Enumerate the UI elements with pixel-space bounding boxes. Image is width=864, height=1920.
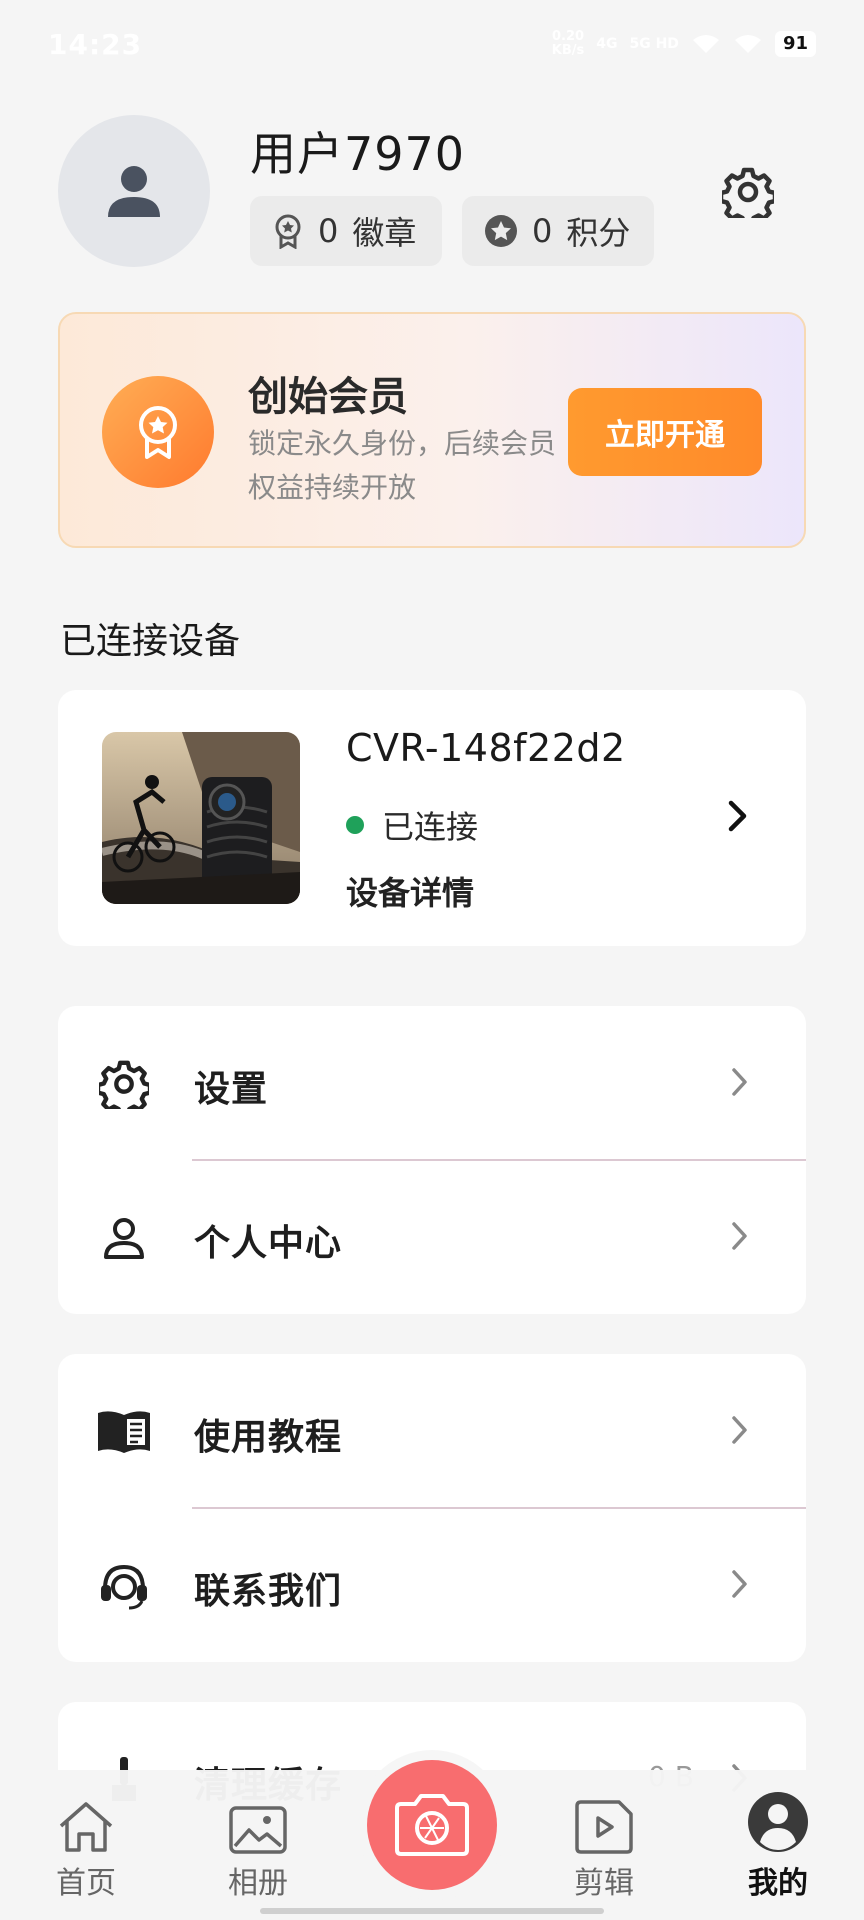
device-thumbnail — [102, 732, 300, 904]
founding-member-card: 创始会员 锁定永久身份，后续会员权益持续开放 立即开通 — [58, 312, 806, 548]
gear-icon — [96, 1056, 152, 1112]
wifi-icon — [692, 35, 719, 53]
book-icon — [96, 1404, 152, 1460]
tab-album[interactable]: 相册 — [188, 1790, 328, 1902]
menu-label-personal-center: 个人中心 — [194, 1223, 343, 1264]
camera-capture-button[interactable] — [367, 1760, 497, 1890]
chevron-right-icon — [732, 1416, 747, 1444]
signal-5g: 5G HD — [629, 36, 679, 52]
net-speed-value: 0.20 — [551, 29, 585, 44]
status-bar: 14:23 0.20 KB/s 4G 5G HD 91 — [0, 0, 864, 90]
signal-4g: 4G — [596, 36, 618, 52]
tab-mine-label: 我的 — [748, 1866, 808, 1901]
tab-mine[interactable]: 我的 — [708, 1790, 848, 1902]
points-label: 积分 — [566, 214, 631, 252]
avatar[interactable] — [58, 115, 210, 267]
star-circle-icon — [485, 215, 517, 247]
menu-label-tutorial: 使用教程 — [194, 1417, 343, 1458]
wifi-icon-2 — [734, 35, 761, 53]
device-status-text: 已连接 — [382, 808, 479, 846]
tab-edit-label: 剪辑 — [574, 1866, 634, 1901]
user-silhouette-icon — [108, 166, 160, 217]
badges-count: 0 — [318, 212, 339, 250]
camera-icon — [395, 1794, 469, 1856]
image-icon — [188, 1790, 328, 1854]
badge-icon — [275, 214, 301, 249]
points-chip[interactable]: 0 积分 — [462, 196, 654, 266]
settings-gear-button[interactable] — [718, 166, 778, 227]
home-icon — [16, 1790, 156, 1854]
battery-level: 91 — [774, 31, 816, 57]
tab-home[interactable]: 首页 — [16, 1790, 156, 1902]
tab-edit[interactable]: 剪辑 — [534, 1790, 674, 1902]
headset-icon — [96, 1558, 152, 1614]
user-circle-icon — [708, 1790, 848, 1854]
status-dot — [346, 816, 364, 834]
net-speed: 0.20 KB/s — [552, 30, 584, 58]
play-icon — [534, 1790, 674, 1854]
net-speed-unit: KB/s — [551, 43, 585, 58]
tab-home-label: 首页 — [56, 1866, 116, 1901]
username: 用户7970 — [250, 127, 466, 181]
device-status: 已连接 — [346, 802, 478, 848]
activate-now-button[interactable]: 立即开通 — [568, 388, 762, 476]
chevron-right-icon[interactable] — [726, 798, 750, 834]
badges-label: 徽章 — [352, 214, 417, 252]
device-card[interactable]: CVR-148f22d2 已连接 设备详情 — [58, 690, 806, 946]
member-description: 锁定永久身份，后续会员权益持续开放 — [248, 427, 557, 504]
menu-group-1: 设置 个人中心 — [58, 1006, 806, 1314]
medal-icon — [102, 376, 214, 488]
menu-item-personal-center[interactable]: 个人中心 — [58, 1160, 806, 1314]
tab-album-label: 相册 — [228, 1866, 288, 1901]
home-indicator — [260, 1908, 604, 1914]
menu-item-settings[interactable]: 设置 — [58, 1006, 806, 1161]
connected-devices-title: 已连接设备 — [60, 621, 241, 662]
status-icons: 0.20 KB/s 4G 5G HD 91 — [552, 30, 816, 58]
points-count: 0 — [532, 212, 553, 250]
gear-icon — [718, 167, 778, 227]
menu-item-contact-us[interactable]: 联系我们 — [58, 1508, 806, 1662]
menu-label-contact-us: 联系我们 — [194, 1571, 343, 1612]
menu-label-settings: 设置 — [194, 1069, 269, 1110]
chevron-right-icon — [732, 1068, 747, 1096]
menu-group-2: 使用教程 联系我们 — [58, 1354, 806, 1662]
badges-chip[interactable]: 0 徽章 — [250, 196, 442, 266]
person-icon — [96, 1210, 152, 1266]
chevron-right-icon — [732, 1570, 747, 1598]
device-detail-link[interactable]: 设备详情 — [346, 868, 474, 914]
chevron-right-icon — [732, 1222, 747, 1250]
status-time: 14:23 — [48, 28, 143, 61]
menu-item-tutorial[interactable]: 使用教程 — [58, 1354, 806, 1509]
device-name: CVR-148f22d2 — [346, 726, 626, 770]
member-title: 创始会员 — [248, 374, 408, 420]
